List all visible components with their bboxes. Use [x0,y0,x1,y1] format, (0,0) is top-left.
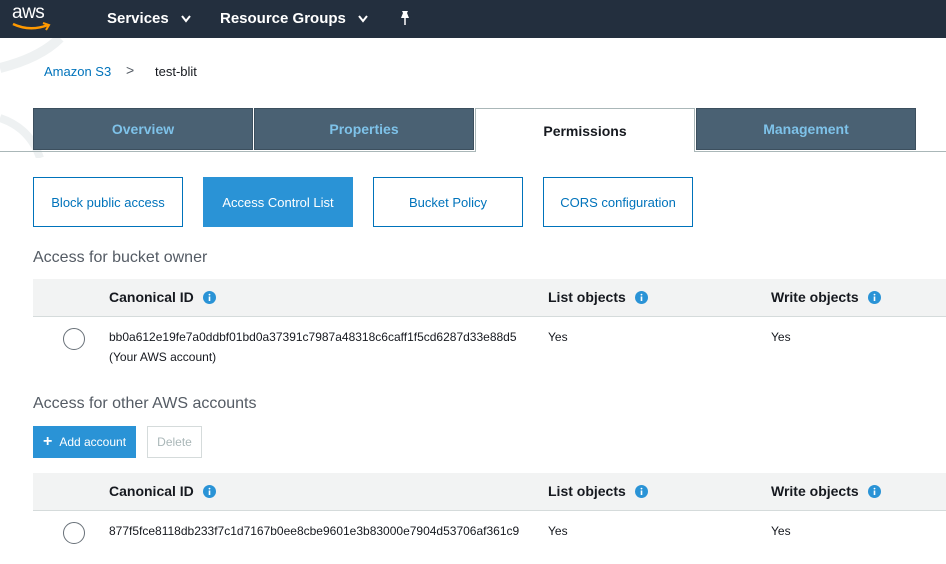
delete-button[interactable]: Delete [147,426,202,458]
plus-icon: + [42,433,53,450]
tab-management[interactable]: Management [696,108,916,150]
info-icon[interactable] [634,484,648,498]
cors-configuration-button[interactable]: CORS configuration [543,177,693,227]
column-label: Canonical ID [109,483,194,499]
tab-divider [0,151,946,152]
column-canonical-id: Canonical ID [109,483,216,499]
services-menu[interactable]: Services [107,10,191,27]
column-write-objects: Write objects [771,289,881,305]
tab-overview[interactable]: Overview [33,108,253,150]
owner-section-title: Access for bucket owner [33,249,208,266]
column-label: Write objects [771,289,859,305]
column-label: List objects [548,289,626,305]
owner-list-value: Yes [548,330,568,344]
column-label: Canonical ID [109,289,194,305]
info-icon[interactable] [867,290,881,304]
resource-groups-label: Resource Groups [220,10,346,27]
tab-permissions[interactable]: Permissions [475,108,695,152]
column-canonical-id: Canonical ID [109,289,216,305]
breadcrumb-current: test-blit [155,64,197,79]
column-list-objects: List objects [548,289,648,305]
owner-write-value: Yes [771,330,791,344]
chevron-down-icon [358,15,368,23]
info-icon[interactable] [867,484,881,498]
account-canonical-id: 877f5fce8118db233f7c1d7167b0ee8cbe9601e3… [109,524,520,538]
tab-properties[interactable]: Properties [254,108,474,150]
column-list-objects: List objects [548,483,648,499]
other-accounts-section-title: Access for other AWS accounts [33,395,257,412]
owner-canonical-id: bb0a612e19fe7a0ddbf01bd0a37391c7987a4831… [109,330,517,344]
info-icon[interactable] [202,290,216,304]
bucket-policy-button[interactable]: Bucket Policy [373,177,523,227]
column-label: Write objects [771,483,859,499]
aws-smile-icon [12,22,51,31]
info-icon[interactable] [634,290,648,304]
account-row-radio[interactable] [63,522,85,544]
column-write-objects: Write objects [771,483,881,499]
chevron-down-icon [181,15,191,23]
pin-icon[interactable] [397,10,413,26]
block-public-access-button[interactable]: Block public access [33,177,183,227]
breadcrumb-amazon-s3[interactable]: Amazon S3 [44,64,111,79]
account-write-value: Yes [771,524,791,538]
breadcrumb-separator: > [126,62,135,78]
owner-account-note: (Your AWS account) [109,350,217,364]
add-account-button[interactable]: + Add account [33,426,136,458]
info-icon[interactable] [202,484,216,498]
resource-groups-menu[interactable]: Resource Groups [220,10,368,27]
aws-logo[interactable]: aws [12,2,45,24]
access-control-list-button[interactable]: Access Control List [203,177,353,227]
account-list-value: Yes [548,524,568,538]
add-account-label: Add account [59,435,127,449]
services-label: Services [107,10,169,27]
column-label: List objects [548,483,626,499]
owner-row-radio[interactable] [63,328,85,350]
